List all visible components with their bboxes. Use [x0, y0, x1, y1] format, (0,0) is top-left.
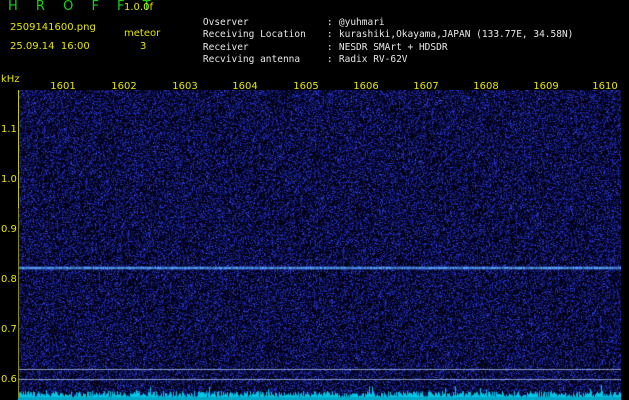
info-separator: :	[326, 29, 333, 40]
info-value: @yuhmari	[338, 16, 385, 28]
y-tick-label: 0.6	[1, 374, 17, 385]
info-key: Receiving Location	[202, 29, 306, 40]
info-row-observer: Ovserver: @yuhmari	[180, 4, 573, 28]
info-value: NESDR SMArt + HDSDR	[338, 41, 448, 53]
y-tick-label: 0.8	[1, 274, 17, 285]
file-name: 2509141600.png	[10, 22, 96, 33]
info-value: kurashiki,Okayama,JAPAN (133.77E, 34.58N…	[338, 29, 574, 40]
left-axis-line-upper	[18, 90, 19, 208]
info-key: Receiver	[202, 41, 249, 53]
info-value: Radix RV-62V	[338, 54, 408, 65]
info-key: Recviving antenna	[202, 54, 301, 65]
date-time: 25.09.14 16:00	[10, 41, 90, 52]
y-tick-label: 0.7	[1, 324, 17, 335]
spectrogram-waterfall	[18, 90, 621, 400]
info-separator: :	[326, 41, 333, 53]
mode-label: meteor	[124, 28, 161, 39]
frequency-unit-label: kHz	[1, 74, 20, 85]
y-tick-label: 1.1	[1, 124, 17, 135]
app-version: 1.0.0f	[124, 2, 153, 13]
info-key: Ovserver	[202, 16, 249, 28]
info-separator: :	[326, 16, 333, 28]
y-tick-label: 1.0	[1, 174, 17, 185]
left-axis-line-lower	[18, 208, 19, 398]
info-separator: :	[326, 54, 333, 65]
count-value: 3	[140, 41, 147, 52]
station-info-table: Ovserver: @yuhmari Receiving Location: kur…	[180, 4, 574, 66]
y-tick-label: 0.9	[1, 224, 17, 235]
